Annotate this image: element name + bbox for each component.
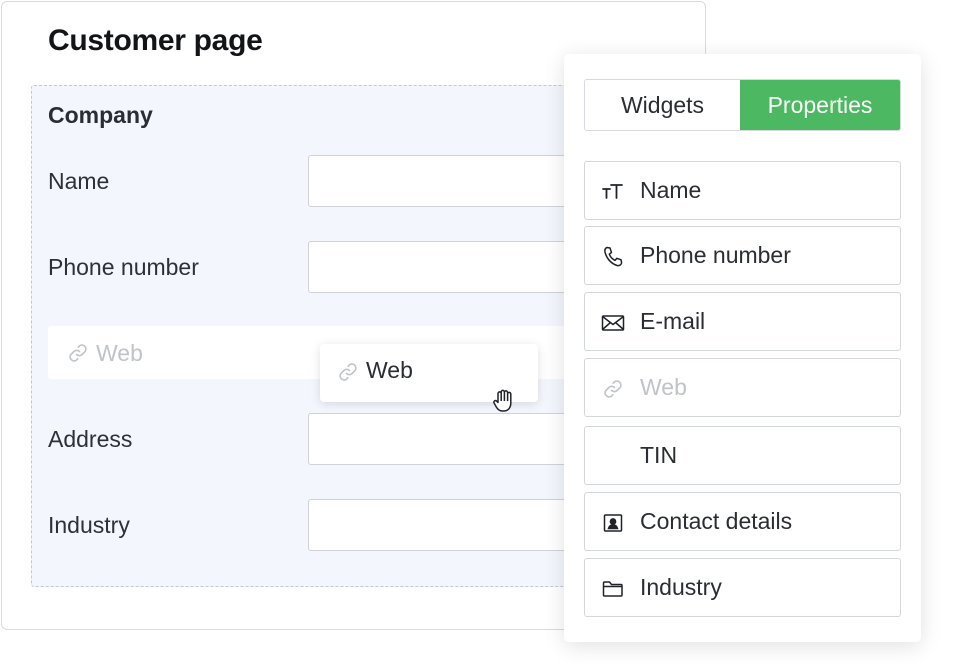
property-item-email[interactable]: E-mail	[584, 292, 901, 351]
property-item-name[interactable]: Name	[584, 161, 901, 220]
property-label: TIN	[640, 442, 678, 468]
link-icon	[601, 377, 625, 401]
property-label: E-mail	[640, 308, 706, 334]
property-item-industry[interactable]: Industry	[584, 558, 901, 617]
property-label: Industry	[640, 574, 722, 600]
property-label: Contact details	[640, 508, 793, 534]
phone-icon	[601, 245, 625, 269]
property-item-web[interactable]: Web	[584, 358, 901, 417]
grab-hand-cursor-icon	[490, 385, 520, 415]
page-title: Customer page	[48, 24, 263, 57]
name-label: Name	[48, 168, 110, 194]
tab-widgets[interactable]: Widgets	[585, 80, 740, 130]
property-label: Name	[640, 177, 702, 203]
panel-tabs: Widgets Properties	[584, 79, 901, 131]
envelope-icon	[601, 311, 625, 335]
contact-card-icon	[601, 511, 625, 535]
property-label: Web	[640, 374, 687, 400]
text-icon	[601, 180, 625, 204]
industry-label: Industry	[48, 512, 130, 538]
property-label: Phone number	[640, 242, 791, 268]
link-icon	[66, 341, 90, 365]
section-title: Company	[48, 102, 153, 128]
property-item-phone-number[interactable]: Phone number	[584, 226, 901, 285]
link-icon	[336, 360, 360, 384]
phone-number-label: Phone number	[48, 254, 199, 280]
address-label: Address	[48, 426, 133, 452]
property-item-tin[interactable]: TIN	[584, 426, 901, 485]
property-item-contact-details[interactable]: Contact details	[584, 492, 901, 551]
folder-icon	[601, 577, 625, 601]
drop-placeholder-label: Web	[96, 340, 143, 366]
dragged-widget-label: Web	[366, 357, 413, 383]
tab-properties[interactable]: Properties	[740, 80, 900, 130]
